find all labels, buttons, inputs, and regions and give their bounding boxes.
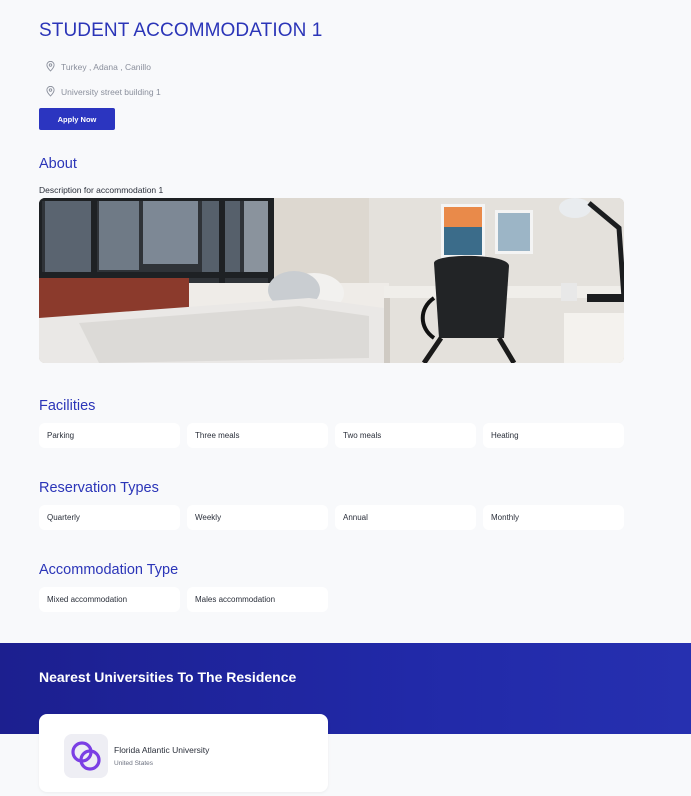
university-card[interactable]: Florida Atlantic University United State… xyxy=(39,714,328,792)
map-pin-icon xyxy=(46,61,55,72)
location-row: Turkey , Adana , Canillo xyxy=(46,61,151,72)
reservation-types-title: Reservation Types xyxy=(39,480,159,496)
university-logo-icon xyxy=(71,741,101,771)
reservation-types-list: Quarterly Weekly Annual Monthly xyxy=(39,505,624,530)
apply-now-button[interactable]: Apply Now xyxy=(39,108,115,130)
reservation-type-chip: Annual xyxy=(335,505,476,530)
accommodation-type-list: Mixed accommodation Males accommodation xyxy=(39,587,328,612)
about-title: About xyxy=(39,156,77,172)
university-name: Florida Atlantic University xyxy=(114,745,210,755)
accommodation-type-chip: Mixed accommodation xyxy=(39,587,180,612)
reservation-type-chip: Monthly xyxy=(483,505,624,530)
accommodation-type-chip: Males accommodation xyxy=(187,587,328,612)
address-text: University street building 1 xyxy=(61,86,161,97)
page-title: STUDENT ACCOMMODATION 1 xyxy=(39,20,323,41)
facilities-title: Facilities xyxy=(39,398,96,414)
accommodation-type-title: Accommodation Type xyxy=(39,562,179,578)
reservation-type-chip: Quarterly xyxy=(39,505,180,530)
map-pin-icon xyxy=(46,86,55,97)
facility-chip: Parking xyxy=(39,423,180,448)
university-logo xyxy=(64,734,108,778)
facilities-list: Parking Three meals Two meals Heating xyxy=(39,423,624,448)
university-country: United States xyxy=(114,760,154,767)
facility-chip: Two meals xyxy=(335,423,476,448)
address-row: University street building 1 xyxy=(46,86,161,97)
reservation-type-chip: Weekly xyxy=(187,505,328,530)
bedroom-image xyxy=(39,198,624,363)
location-text: Turkey , Adana , Canillo xyxy=(61,61,151,72)
universities-title: Nearest Universities To The Residence xyxy=(39,669,297,685)
facility-chip: Heating xyxy=(483,423,624,448)
facility-chip: Three meals xyxy=(187,423,328,448)
accommodation-photo xyxy=(39,198,624,363)
about-description: Description for accommodation 1 xyxy=(39,185,164,195)
